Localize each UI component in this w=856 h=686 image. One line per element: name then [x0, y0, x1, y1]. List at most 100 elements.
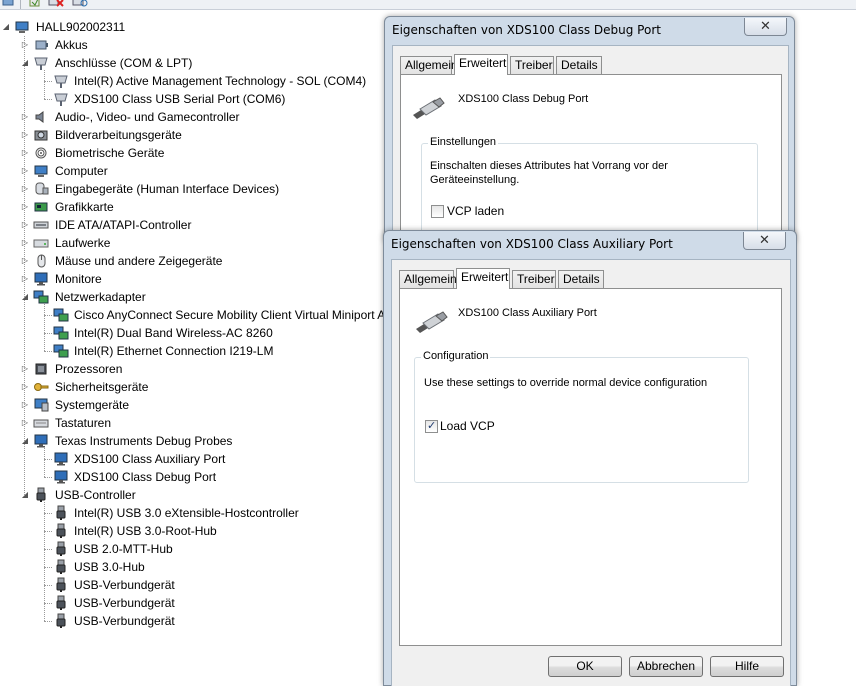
tree-item-label: USB-Controller — [55, 488, 136, 502]
tree-item-label: Intel(R) Ethernet Connection I219-LM — [74, 344, 274, 358]
usb-icon — [53, 541, 69, 557]
tree-item-label: Eingabegeräte (Human Interface Devices) — [55, 182, 280, 196]
tree-connector — [44, 333, 52, 334]
collapsed-arrow-icon[interactable]: ▷ — [21, 364, 29, 374]
collapsed-arrow-icon[interactable]: ▷ — [21, 148, 29, 158]
tab-page-erweitert: XDS100 Class Debug Port Einstellungen Ei… — [400, 74, 782, 253]
expanded-arrow-icon[interactable]: ◢ — [21, 292, 29, 302]
collapsed-arrow-icon[interactable]: ▷ — [21, 40, 29, 50]
tree-guide-line — [44, 502, 45, 621]
tree-connector — [44, 603, 52, 604]
load-vcp-checkbox[interactable]: ✓ — [425, 420, 438, 433]
close-button[interactable]: ✕ — [743, 232, 786, 250]
network-icon — [33, 289, 49, 305]
tab-allgemein[interactable]: Allgemein — [400, 56, 458, 74]
checkmark-icon: ✓ — [427, 420, 437, 432]
tree-connector — [44, 459, 52, 460]
monitor-icon — [53, 451, 69, 467]
tab-erweitert[interactable]: Erweitert — [454, 54, 508, 75]
tree-item-label: USB-Verbundgerät — [74, 578, 175, 592]
tree-item-label: Mäuse und andere Zeigegeräte — [55, 254, 223, 268]
collapsed-arrow-icon[interactable]: ▷ — [21, 112, 29, 122]
group-label: Configuration — [421, 350, 491, 362]
collapsed-arrow-icon[interactable]: ▷ — [21, 382, 29, 392]
description: Use these settings to override normal de… — [424, 377, 708, 389]
tree-connector — [44, 351, 52, 352]
close-button[interactable]: ✕ — [744, 18, 787, 36]
toolbar-separator — [20, 0, 21, 9]
usb-icon — [53, 613, 69, 629]
collapsed-arrow-icon[interactable]: ▷ — [21, 184, 29, 194]
scan-hardware-icon[interactable] — [72, 0, 88, 9]
tree-root-label: HALL902002311 — [36, 20, 126, 34]
ok-button[interactable]: OK — [548, 656, 622, 677]
tab-treiber[interactable]: Treiber — [512, 270, 556, 288]
dialog-body: Allgemein Erweitert Treiber Details XDS1… — [392, 45, 789, 253]
tab-allgemein[interactable]: Allgemein — [399, 270, 457, 288]
cancel-button[interactable]: Abbrechen — [629, 656, 703, 677]
system-icon — [33, 397, 49, 413]
speaker-icon — [33, 109, 49, 125]
tab-strip: Allgemein Erweitert Treiber Details — [400, 54, 780, 75]
monitor-icon — [33, 271, 49, 287]
collapsed-arrow-icon[interactable]: ▷ — [21, 274, 29, 284]
description-line-1: Einschalten dieses Attributes hat Vorran… — [430, 160, 668, 172]
expanded-arrow-icon[interactable]: ◢ — [21, 436, 29, 446]
toolbar-button-icon[interactable] — [2, 0, 16, 9]
tree-item-label: Netzwerkadapter — [55, 290, 146, 304]
tab-erweitert[interactable]: Erweitert — [456, 268, 510, 289]
tree-item-label: Intel(R) Dual Band Wireless-AC 8260 — [74, 326, 273, 340]
keyboard-icon — [33, 415, 49, 431]
tree-item-label: USB 2.0-MTT-Hub — [74, 542, 173, 556]
network-icon — [53, 325, 69, 341]
expanded-arrow-icon[interactable]: ◢ — [21, 490, 29, 500]
network-icon — [53, 343, 69, 359]
tree-item-label: IDE ATA/ATAPI-Controller — [55, 218, 192, 232]
tree-item-label: Intel(R) Active Management Technology - … — [74, 74, 367, 88]
tab-strip: Allgemein Erweitert Treiber Details — [399, 268, 779, 289]
usb-icon — [53, 577, 69, 593]
description-line-2: Geräteeinstellung. — [430, 174, 520, 186]
collapsed-arrow-icon[interactable]: ▷ — [21, 418, 29, 428]
usb-icon — [53, 595, 69, 611]
ide-icon — [33, 217, 49, 233]
collapsed-arrow-icon[interactable]: ▷ — [21, 202, 29, 212]
tree-guide-line — [44, 70, 45, 99]
tree-item-label: Monitore — [55, 272, 102, 286]
hid-icon — [33, 181, 49, 197]
collapsed-arrow-icon[interactable]: ▷ — [21, 220, 29, 230]
help-button[interactable]: Hilfe — [710, 656, 784, 677]
collapsed-arrow-icon[interactable]: ▷ — [21, 256, 29, 266]
expanded-arrow-icon[interactable]: ◢ — [2, 22, 10, 32]
usb-device-icon — [411, 97, 445, 119]
tree-connector — [44, 549, 52, 550]
dialog-body: Allgemein Erweitert Treiber Details XDS1… — [391, 259, 791, 686]
collapsed-arrow-icon[interactable]: ▷ — [21, 400, 29, 410]
uninstall-icon[interactable] — [48, 0, 64, 9]
tab-details[interactable]: Details — [558, 270, 604, 288]
dialog-title: Eigenschaften von XDS100 Class Auxiliary… — [391, 237, 673, 251]
expanded-arrow-icon[interactable]: ◢ — [21, 58, 29, 68]
tree-item-label: Biometrische Geräte — [55, 146, 165, 160]
key-icon — [33, 379, 49, 395]
tab-page-erweitert: XDS100 Class Auxiliary Port Configuratio… — [399, 288, 782, 646]
tree-item-label: USB-Verbundgerät — [74, 614, 175, 628]
usb-icon — [53, 523, 69, 539]
collapsed-arrow-icon[interactable]: ▷ — [21, 130, 29, 140]
tree-guide-line — [44, 304, 45, 351]
update-driver-icon[interactable] — [28, 0, 42, 9]
collapsed-arrow-icon[interactable]: ▷ — [21, 238, 29, 248]
tab-treiber[interactable]: Treiber — [510, 56, 554, 74]
tree-item-label: Texas Instruments Debug Probes — [55, 434, 233, 448]
device-name: XDS100 Class Debug Port — [458, 93, 589, 105]
monitor-icon — [53, 469, 69, 485]
computer-icon — [14, 19, 30, 35]
tree-connector — [44, 81, 52, 82]
tree-connector — [44, 513, 52, 514]
usb-device-icon — [414, 311, 448, 333]
vcp-laden-checkbox[interactable] — [431, 205, 444, 218]
network-icon — [53, 307, 69, 323]
tree-item-label: Akkus — [55, 38, 88, 52]
collapsed-arrow-icon[interactable]: ▷ — [21, 166, 29, 176]
tab-details[interactable]: Details — [556, 56, 602, 74]
